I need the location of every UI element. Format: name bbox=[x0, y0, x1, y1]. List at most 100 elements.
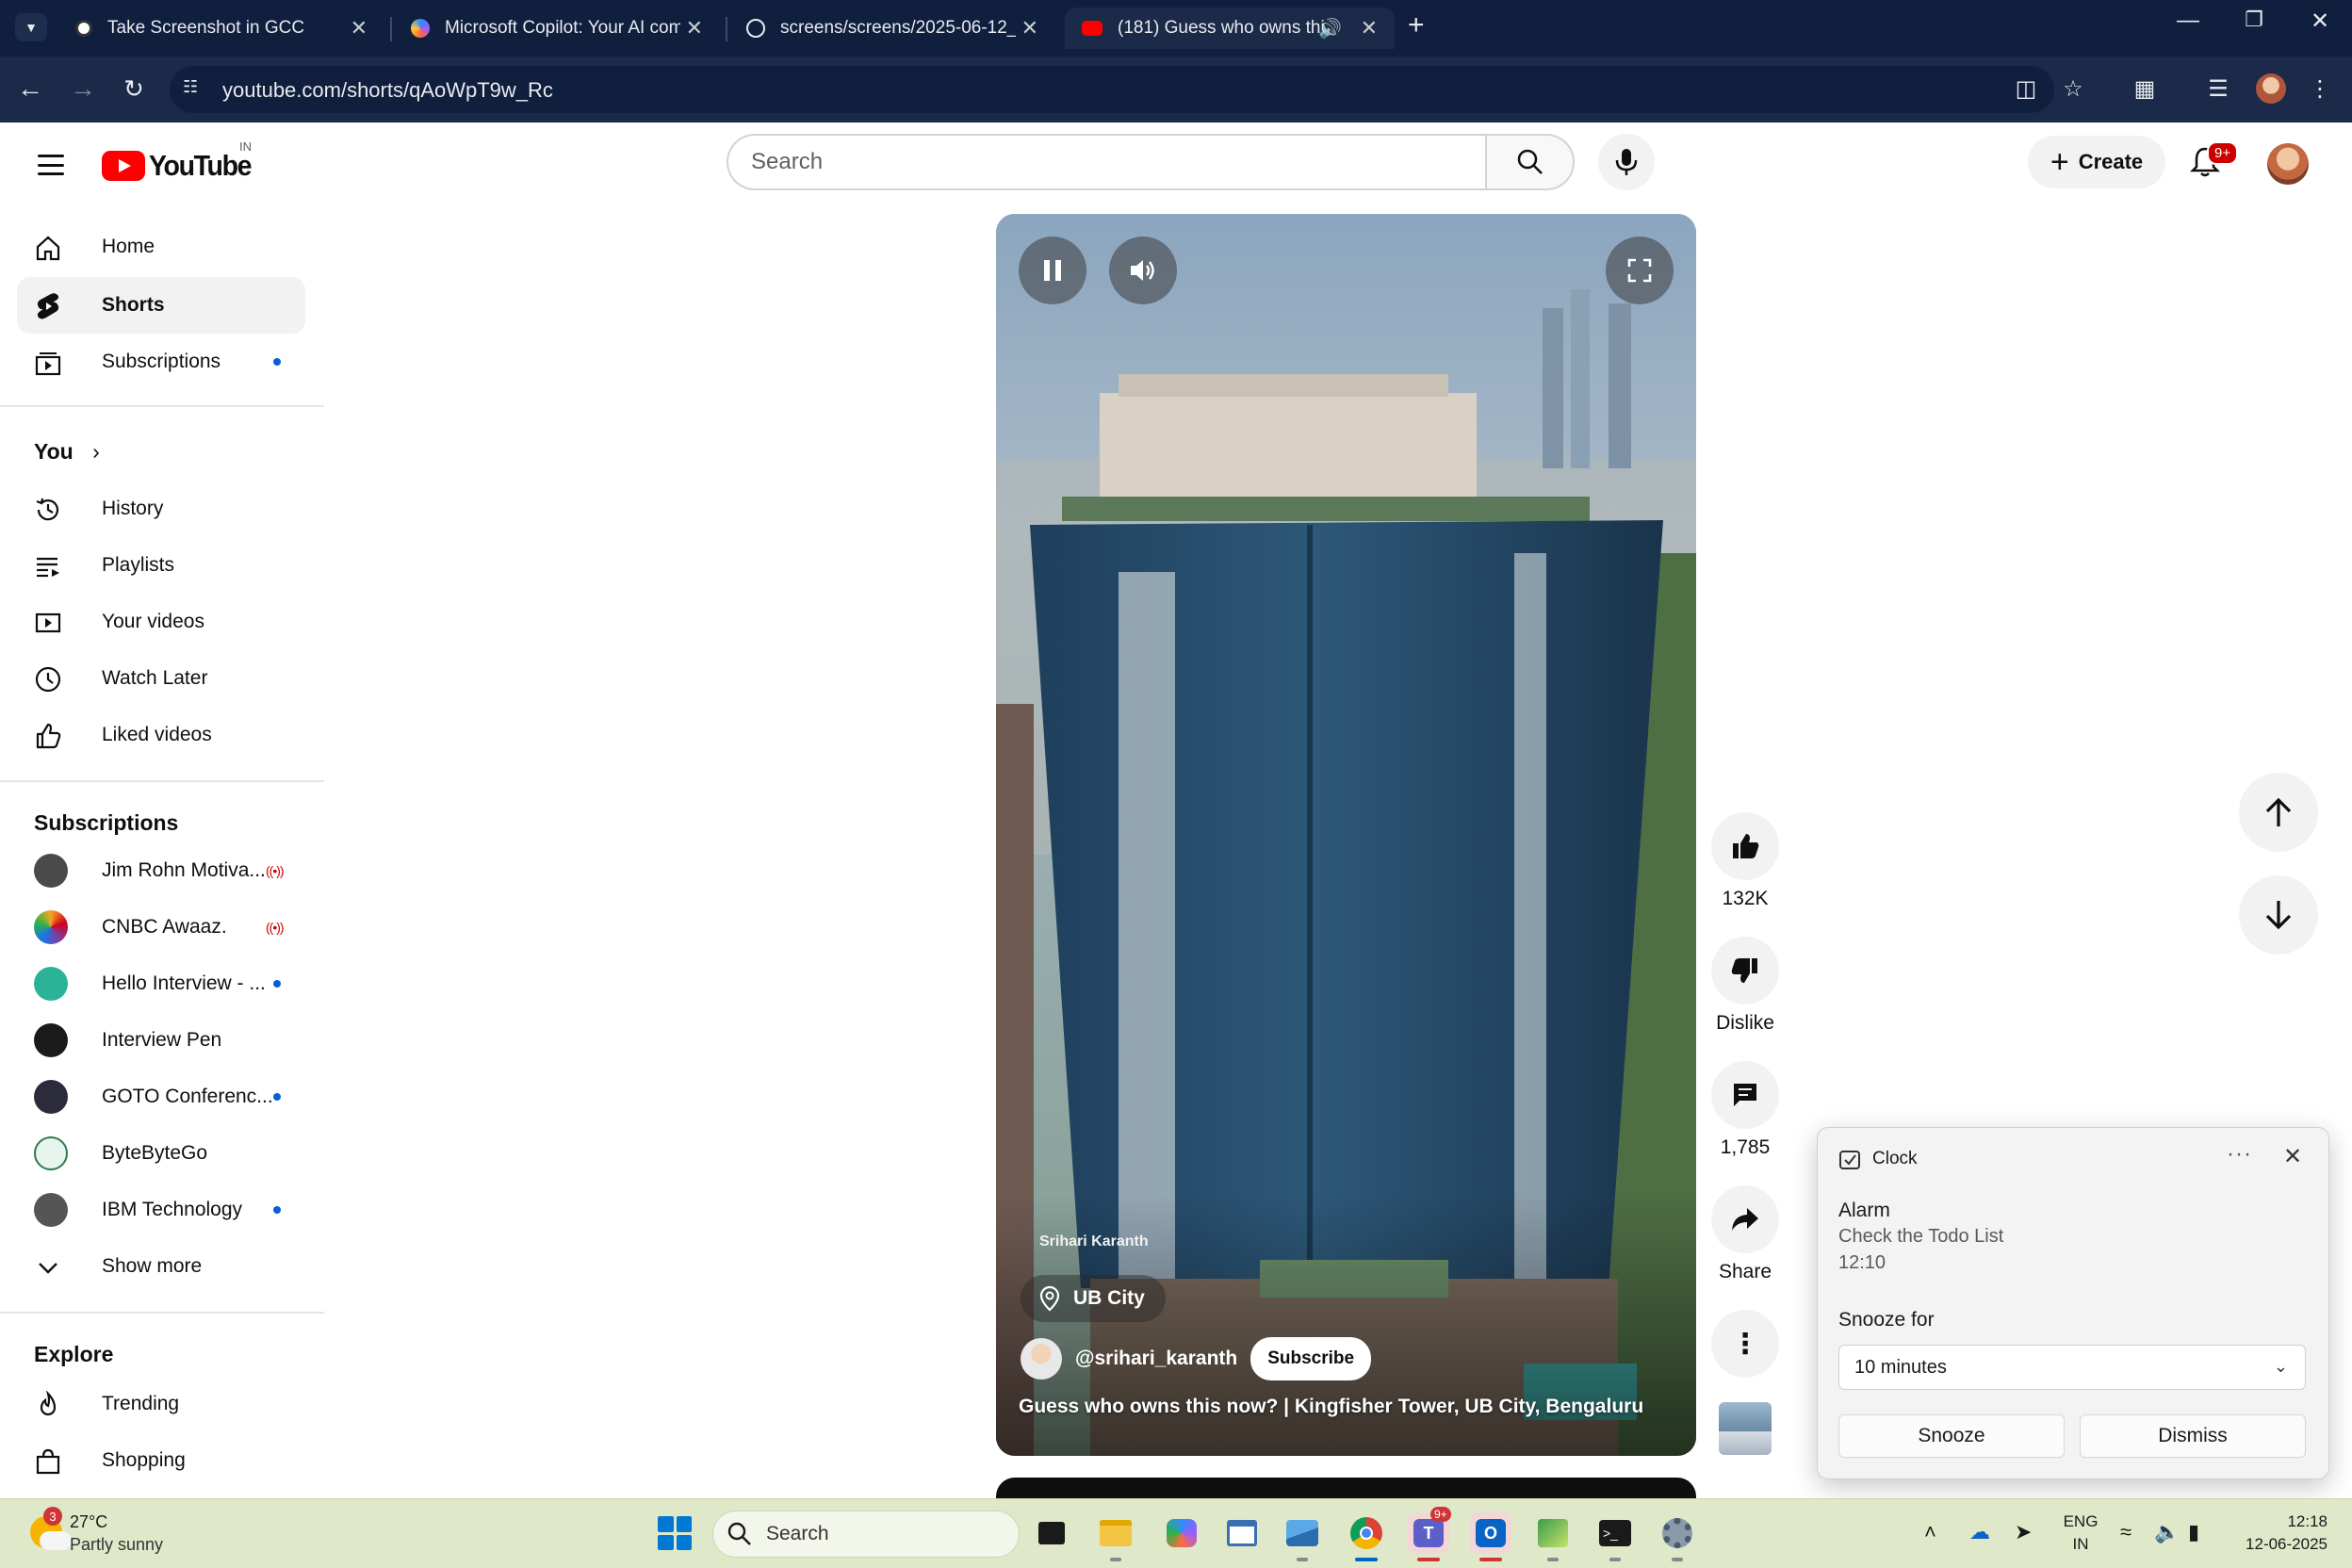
chevron-down-icon: ⌄ bbox=[2273, 1357, 2288, 1376]
media-controls-icon[interactable]: ☰ bbox=[2199, 70, 2237, 107]
account-avatar[interactable] bbox=[2267, 143, 2309, 185]
chrome-icon[interactable] bbox=[1346, 1512, 1387, 1561]
next-short-button[interactable] bbox=[2239, 875, 2318, 955]
new-tab-button[interactable]: + bbox=[1408, 9, 1425, 41]
sidebar-item-channel[interactable]: Hello Interview - ... bbox=[17, 956, 305, 1012]
audio-playing-icon[interactable]: 🔊 bbox=[1318, 17, 1342, 41]
channel-handle[interactable]: @srihari_karanth bbox=[1075, 1348, 1237, 1370]
site-info-icon[interactable]: ☷ bbox=[183, 77, 209, 102]
subscribe-button[interactable]: Subscribe bbox=[1250, 1337, 1372, 1380]
close-tab-icon[interactable]: ✕ bbox=[686, 16, 703, 41]
input-language[interactable]: ENG bbox=[2062, 1512, 2099, 1531]
address-bar[interactable]: ☷ youtube.com/shorts/qAoWpT9w_Rc bbox=[170, 66, 2054, 113]
sidebar-item-history[interactable]: History bbox=[17, 481, 305, 537]
close-window-button[interactable]: ✕ bbox=[2292, 8, 2348, 35]
settings-gear-icon[interactable] bbox=[1657, 1512, 1698, 1561]
sidebar-item-watch-later[interactable]: Watch Later bbox=[17, 650, 305, 707]
chevron-up-icon[interactable]: ˄ bbox=[1924, 1520, 1936, 1544]
extensions-icon[interactable]: ▦ bbox=[2126, 70, 2164, 107]
reload-button[interactable]: ↻ bbox=[115, 70, 153, 107]
close-tab-icon[interactable]: ✕ bbox=[1021, 16, 1038, 41]
window-app-icon[interactable] bbox=[1221, 1512, 1263, 1554]
outlook-icon[interactable]: O bbox=[1470, 1512, 1511, 1561]
tab-search-button[interactable]: ▼ bbox=[15, 13, 47, 41]
bookmark-star-icon[interactable]: ☆ bbox=[2054, 70, 2092, 107]
more-options-icon[interactable]: ··· bbox=[2227, 1141, 2252, 1168]
dismiss-button[interactable]: Dismiss bbox=[2080, 1414, 2306, 1458]
create-button[interactable]: + Create bbox=[2028, 136, 2165, 188]
weather-widget[interactable]: 3 bbox=[26, 1507, 74, 1556]
taskbar-clock-date[interactable]: 12-06-2025 bbox=[2233, 1535, 2328, 1554]
volume-button[interactable] bbox=[1109, 237, 1177, 304]
sidebar-item-channel[interactable]: IBM Technology bbox=[17, 1182, 305, 1238]
sidebar-item-show-more[interactable]: Show more bbox=[17, 1238, 305, 1295]
sidebar-item-subscriptions[interactable]: Subscriptions bbox=[17, 334, 305, 390]
guide-menu-icon[interactable] bbox=[34, 151, 68, 179]
you-section-heading[interactable]: You › bbox=[34, 439, 100, 465]
sidebar-item-label: Trending bbox=[102, 1393, 180, 1414]
file-explorer-icon[interactable] bbox=[1095, 1512, 1136, 1561]
snooze-duration-select[interactable]: 10 minutes ⌄ bbox=[1838, 1345, 2306, 1390]
photos-app-icon[interactable] bbox=[1282, 1512, 1323, 1561]
sidebar-item-shopping[interactable]: Shopping bbox=[17, 1432, 305, 1489]
like-button[interactable] bbox=[1711, 812, 1779, 880]
taskbar-clock-time[interactable]: 12:18 bbox=[2233, 1512, 2328, 1531]
sidebar-item-channel[interactable]: GOTO Conferenc... bbox=[17, 1069, 305, 1125]
voice-search-button[interactable] bbox=[1598, 134, 1655, 190]
fullscreen-button[interactable] bbox=[1606, 237, 1674, 304]
sidebar-item-liked-videos[interactable]: Liked videos bbox=[17, 707, 305, 763]
youtube-logo[interactable]: YouTube IN bbox=[102, 139, 260, 183]
browser-tab[interactable]: Microsoft Copilot: Your AI comp ✕ bbox=[394, 8, 720, 49]
location-chip[interactable]: UB City bbox=[1021, 1275, 1166, 1322]
short-title[interactable]: Guess who owns this now? | Kingfisher To… bbox=[1019, 1396, 1643, 1418]
snooze-button[interactable]: Snooze bbox=[1838, 1414, 2065, 1458]
location-arrow-icon[interactable]: ➤ bbox=[2015, 1520, 2032, 1544]
sidebar-item-trending[interactable]: Trending bbox=[17, 1376, 305, 1432]
sidebar-item-your-videos[interactable]: Your videos bbox=[17, 594, 305, 650]
teams-icon[interactable]: T 9+ bbox=[1408, 1507, 1451, 1561]
search-input[interactable]: Search bbox=[727, 134, 1485, 190]
sidebar-item-channel[interactable]: CNBC Awaaz. ((•)) bbox=[17, 899, 305, 956]
install-app-icon[interactable]: ◫ bbox=[2007, 70, 2045, 107]
microsoft365-icon[interactable] bbox=[1161, 1512, 1202, 1554]
wifi-icon[interactable]: ≈ bbox=[2120, 1520, 2132, 1544]
sidebar-item-shorts[interactable]: Shorts bbox=[17, 277, 305, 334]
browser-tab[interactable]: screens/screens/2025-06-12_09 ✕ bbox=[729, 8, 1055, 49]
forward-button[interactable]: → bbox=[64, 70, 102, 107]
back-button[interactable]: ← bbox=[11, 70, 49, 107]
previous-short-button[interactable] bbox=[2239, 773, 2318, 852]
close-icon[interactable]: ✕ bbox=[2283, 1143, 2302, 1170]
pause-button[interactable] bbox=[1019, 237, 1086, 304]
sidebar-item-channel[interactable]: ByteByteGo bbox=[17, 1125, 305, 1182]
sidebar-item-home[interactable]: Home bbox=[17, 219, 305, 275]
close-tab-icon[interactable]: ✕ bbox=[1361, 16, 1378, 41]
notification-count-badge: 9+ bbox=[2207, 141, 2239, 165]
close-tab-icon[interactable]: ✕ bbox=[351, 16, 368, 41]
browser-menu-icon[interactable]: ⋮ bbox=[2301, 70, 2339, 107]
region-code: IN bbox=[239, 139, 252, 154]
search-button[interactable] bbox=[1485, 134, 1575, 190]
share-button[interactable] bbox=[1711, 1185, 1779, 1253]
browser-tab-active[interactable]: (181) Guess who owns this r 🔊 ✕ bbox=[1065, 8, 1395, 49]
sidebar-item-channel[interactable]: Interview Pen bbox=[17, 1012, 305, 1069]
task-view-icon[interactable] bbox=[1031, 1512, 1072, 1554]
dislike-button[interactable] bbox=[1711, 937, 1779, 1004]
battery-icon[interactable]: ▮ bbox=[2188, 1520, 2199, 1544]
chart-app-icon[interactable] bbox=[1532, 1512, 1574, 1561]
browser-profile-avatar[interactable] bbox=[2256, 74, 2286, 104]
sound-remix-thumbnail[interactable] bbox=[1717, 1400, 1773, 1457]
minimize-button[interactable]: — bbox=[2160, 8, 2216, 34]
restore-button[interactable]: ❐ bbox=[2226, 8, 2282, 32]
more-actions-button[interactable]: ⋮ bbox=[1711, 1310, 1779, 1378]
taskbar-search[interactable]: Search bbox=[712, 1511, 1020, 1558]
onedrive-cloud-icon[interactable]: ☁ bbox=[1969, 1520, 1990, 1544]
browser-tab[interactable]: Take Screenshot in GCC ✕ bbox=[58, 8, 384, 49]
windows-start-button[interactable] bbox=[658, 1516, 692, 1550]
short-video-player[interactable]: Srihari Karanth UB City @srihari_karanth… bbox=[996, 214, 1696, 1456]
speaker-icon[interactable]: 🔈 bbox=[2154, 1520, 2180, 1544]
terminal-icon[interactable]: >_ bbox=[1594, 1512, 1636, 1561]
sidebar-item-playlists[interactable]: Playlists bbox=[17, 537, 305, 594]
comments-button[interactable] bbox=[1711, 1061, 1779, 1129]
sidebar-item-channel[interactable]: Jim Rohn Motiva... ((•)) bbox=[17, 842, 305, 899]
channel-avatar[interactable] bbox=[1021, 1338, 1062, 1380]
